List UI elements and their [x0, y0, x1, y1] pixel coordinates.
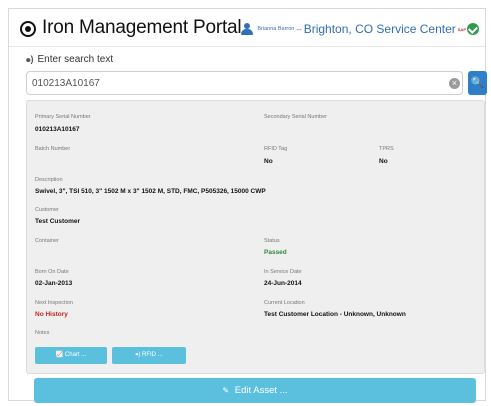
current-location-label: Current Location: [264, 300, 305, 306]
clear-icon[interactable]: ×: [449, 78, 460, 89]
asset-details-panel: Primary Serial Number 010213A10167 Secon…: [26, 100, 485, 374]
rss-icon: ⦁): [26, 54, 34, 64]
service-center-link[interactable]: Brighton, CO Service Center: [304, 22, 456, 36]
portal-window: Iron Management Portal Brianna Barron --…: [8, 8, 487, 403]
status-value: Passed: [264, 249, 287, 256]
edit-asset-button[interactable]: ✎ Edit Asset ...: [34, 378, 476, 403]
user-separator: --: [296, 24, 302, 34]
customer-label: Customer: [35, 207, 59, 213]
chart-button[interactable]: 📈 Chart ...: [35, 347, 107, 364]
app-header: Iron Management Portal Brianna Barron --…: [9, 9, 485, 47]
tpms-label: TPRS: [379, 146, 394, 152]
rfid-tag-label: RFID Tag: [264, 146, 288, 152]
user-name[interactable]: Brianna Barron: [257, 26, 294, 32]
in-service-date-label: In Service Date: [264, 269, 302, 275]
born-on-date-label: Born On Date: [35, 269, 69, 275]
primary-serial-value: 010213A10167: [35, 126, 80, 133]
container-label: Container: [35, 238, 59, 244]
current-location-value: Test Customer Location - Unknown, Unknow…: [264, 311, 406, 318]
rfid-button-label: RFID ...: [142, 352, 163, 358]
search-label-row: ⦁) Enter search text: [26, 54, 113, 65]
born-on-date-value: 02-Jan-2013: [35, 280, 73, 287]
notes-label: Notes: [35, 330, 50, 336]
search-icon: 🔍: [470, 77, 485, 89]
chart-button-label: Chart ...: [64, 352, 87, 358]
rfid-button[interactable]: ⦁) RFID ...: [112, 347, 186, 364]
check-circle-icon: [467, 23, 479, 35]
edit-asset-label: Edit Asset ...: [234, 385, 288, 396]
customer-value: Test Customer: [35, 218, 81, 225]
rss-icon: ⦁): [135, 352, 141, 358]
in-service-date-value: 24-Jun-2014: [264, 280, 302, 287]
user-icon: [241, 23, 254, 35]
sap-badge: SAP: [457, 26, 466, 32]
next-inspection-label: Next Inspection: [35, 300, 73, 306]
search-box: ×: [26, 71, 463, 95]
next-inspection-value: No History: [35, 311, 68, 318]
rfid-tag-value: No: [264, 158, 273, 165]
secondary-serial-label: Secondary Serial Number: [264, 114, 327, 120]
search-button[interactable]: 🔍: [468, 71, 487, 95]
search-label: Enter search text: [37, 54, 114, 65]
tpms-value: No: [379, 158, 388, 165]
batch-number-label: Batch Number: [35, 146, 71, 152]
target-icon: [20, 21, 36, 37]
edit-icon: ✎: [222, 386, 230, 395]
chart-icon: 📈: [55, 352, 64, 358]
status-label: Status: [264, 238, 280, 244]
search-input[interactable]: [27, 72, 437, 94]
user-info: Brianna Barron -- Brighton, CO Service C…: [241, 22, 479, 36]
page-title: Iron Management Portal: [42, 17, 242, 38]
description-value: Swivel, 3", TSI 510, 3" 1502 M x 3" 1502…: [35, 188, 266, 195]
primary-serial-label: Primary Serial Number: [35, 114, 91, 120]
description-label: Description: [35, 177, 63, 183]
